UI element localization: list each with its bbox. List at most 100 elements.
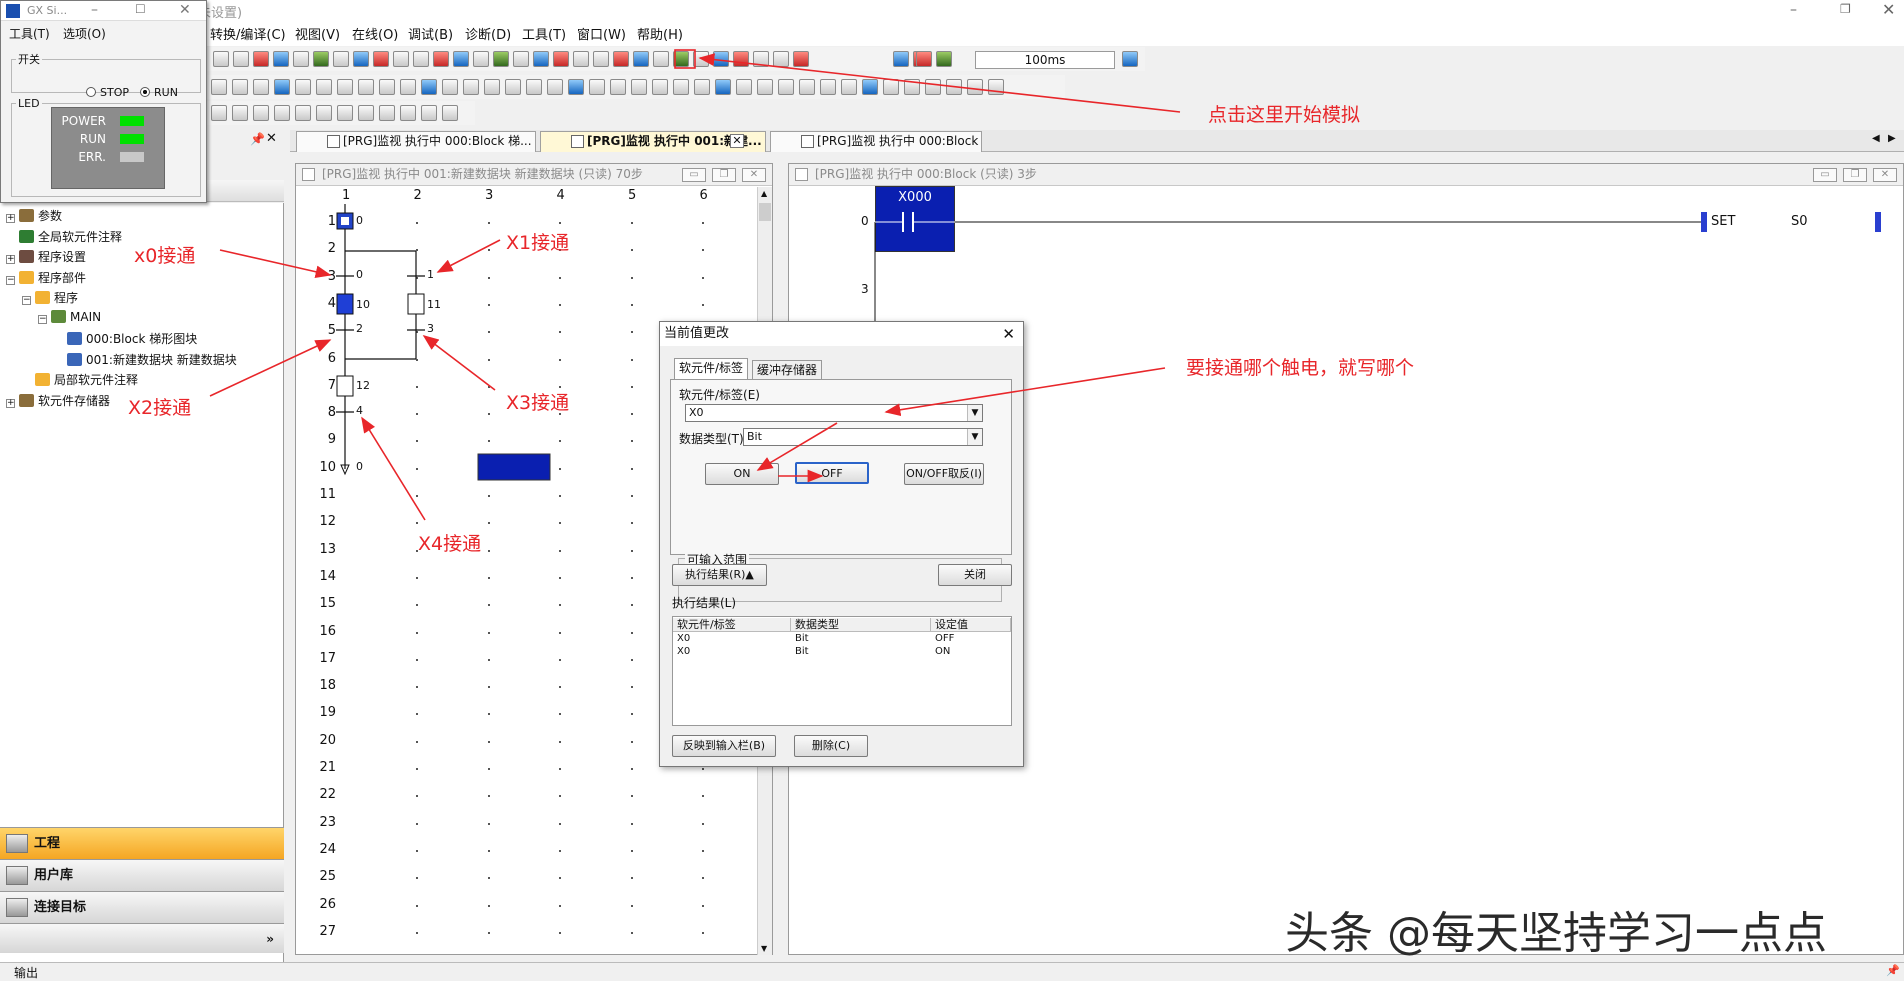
toolbar-button-icon[interactable] xyxy=(753,51,769,67)
tree-item[interactable]: − 程序 xyxy=(22,289,78,306)
data-type-select[interactable]: Bit ▼ xyxy=(743,428,983,446)
toolbar-button-icon[interactable] xyxy=(393,51,409,67)
toolbar-button-icon[interactable] xyxy=(513,51,529,67)
toolbar-button-icon[interactable] xyxy=(757,79,773,95)
toolbar-button-icon[interactable] xyxy=(713,51,729,67)
menu-view[interactable]: 视图(V) xyxy=(295,24,340,43)
column-header-type[interactable]: 数据类型 xyxy=(791,618,931,632)
toolbar-button-icon[interactable] xyxy=(232,79,248,95)
run-icon[interactable] xyxy=(916,51,932,67)
tree-item[interactable]: − MAIN xyxy=(38,309,101,324)
tab-scroll-right-icon[interactable]: ▶ xyxy=(1888,133,1896,144)
toolbar-button-icon[interactable] xyxy=(358,105,374,121)
toolbar-button-icon[interactable] xyxy=(633,51,649,67)
sim-menu-options[interactable]: 选项(O) xyxy=(63,25,106,42)
tree-item[interactable]: − 程序部件 xyxy=(6,269,86,286)
toolbar-button-icon[interactable] xyxy=(573,51,589,67)
simulation-icon[interactable] xyxy=(1122,51,1138,67)
scroll-thumb[interactable] xyxy=(759,203,771,221)
tree-toggle-icon[interactable]: − xyxy=(38,314,47,324)
toolbar-button-icon[interactable] xyxy=(778,79,794,95)
toolbar-button-icon[interactable] xyxy=(883,79,899,95)
toolbar-button-icon[interactable] xyxy=(473,51,489,67)
nav-user-library[interactable]: 用户库 xyxy=(0,859,284,891)
pin-icon[interactable]: 📌 xyxy=(250,132,265,146)
toolbar-button-icon[interactable] xyxy=(547,79,563,95)
toolbar-button-icon[interactable] xyxy=(610,79,626,95)
toolbar-button-icon[interactable] xyxy=(463,79,479,95)
close-icon[interactable]: ✕ xyxy=(1882,0,1895,19)
toolbar-button-icon[interactable] xyxy=(353,51,369,67)
minimize-icon[interactable]: – xyxy=(1790,2,1797,18)
delete-button[interactable]: 删除(C) xyxy=(794,735,868,757)
toolbar-button-icon[interactable] xyxy=(400,79,416,95)
sim-menu-tools[interactable]: 工具(T) xyxy=(9,25,50,42)
toolbar-button-icon[interactable] xyxy=(484,79,500,95)
toolbar-button-icon[interactable] xyxy=(413,51,429,67)
toolbar-button-icon[interactable] xyxy=(841,79,857,95)
toolbar-button-icon[interactable] xyxy=(273,51,289,67)
toolbar-button-icon[interactable] xyxy=(211,105,227,121)
tree-toggle-icon[interactable]: + xyxy=(6,214,15,223)
nav-project[interactable]: 工程 xyxy=(0,827,284,859)
toolbar-button-icon[interactable] xyxy=(526,79,542,95)
menu-window[interactable]: 窗口(W) xyxy=(577,24,626,43)
tab-close-icon[interactable]: ✕ xyxy=(730,134,744,148)
toolbar-button-icon[interactable] xyxy=(967,79,983,95)
dialog-close-icon[interactable]: ✕ xyxy=(1002,322,1015,346)
tree-item[interactable]: 001:新建数据块 新建数据块 xyxy=(54,351,237,368)
on-button[interactable]: ON xyxy=(705,463,779,485)
tree-item[interactable]: 局部软元件注释 xyxy=(22,371,138,388)
toolbar-button-icon[interactable] xyxy=(232,105,248,121)
toolbar-button-icon[interactable] xyxy=(400,105,416,121)
toolbar-button-icon[interactable] xyxy=(253,79,269,95)
tree-item[interactable]: + 软元件存储器 xyxy=(6,392,110,409)
tab-scroll-left-icon[interactable]: ◀ xyxy=(1872,133,1880,144)
menu-online[interactable]: 在线(O) xyxy=(352,24,398,43)
tab-buffer-memory[interactable]: 缓冲存储器 xyxy=(752,360,823,380)
step-10-active[interactable] xyxy=(336,293,354,315)
toolbar-button-icon[interactable] xyxy=(313,51,329,67)
tab-block-000[interactable]: [PRG]监视 执行中 000:Block 梯... xyxy=(296,131,536,152)
menu-diagnose[interactable]: 诊断(D) xyxy=(465,24,511,43)
toolbar-button-icon[interactable] xyxy=(799,79,815,95)
tree-toggle-icon[interactable]: − xyxy=(22,296,31,305)
device-input[interactable]: X0 ▼ xyxy=(685,404,983,422)
toolbar-button-icon[interactable] xyxy=(893,51,909,67)
toolbar-button-icon[interactable] xyxy=(553,51,569,67)
toolbar-button-icon[interactable] xyxy=(694,79,710,95)
cursor-cell[interactable] xyxy=(477,453,551,481)
toolbar-button-icon[interactable] xyxy=(379,105,395,121)
toolbar-button-icon[interactable] xyxy=(213,51,229,67)
chevron-down-icon[interactable]: ▼ xyxy=(967,429,982,445)
start-icon[interactable] xyxy=(936,51,952,67)
toolbar-button-icon[interactable] xyxy=(493,51,509,67)
tree-toggle-icon[interactable]: − xyxy=(6,275,15,285)
toolbar-button-icon[interactable] xyxy=(589,79,605,95)
scroll-up-icon[interactable]: ▲ xyxy=(761,189,767,198)
toolbar-button-icon[interactable] xyxy=(337,79,353,95)
toolbar-button-icon[interactable] xyxy=(358,79,374,95)
column-header-value[interactable]: 设定值 xyxy=(931,618,1011,632)
toolbar-button-icon[interactable] xyxy=(453,51,469,67)
menu-convert[interactable]: 转换/编译(C) xyxy=(210,24,286,43)
toolbar-button-icon[interactable] xyxy=(946,79,962,95)
nav-connection-target[interactable]: 连接目标 xyxy=(0,891,284,923)
toolbar-button-icon[interactable] xyxy=(274,79,290,95)
minimize-icon[interactable]: – xyxy=(91,2,98,18)
tree-toggle-icon[interactable]: + xyxy=(6,398,15,408)
toolbar-button-icon[interactable] xyxy=(652,79,668,95)
toolbar-button-icon[interactable] xyxy=(442,105,458,121)
column-header-device[interactable]: 软元件/标签 xyxy=(673,618,791,632)
toolbar-button-icon[interactable] xyxy=(295,79,311,95)
toolbar-button-icon[interactable] xyxy=(253,105,269,121)
navigation-close-icon[interactable]: ✕ xyxy=(266,131,277,146)
toolbar-button-icon[interactable] xyxy=(673,51,689,67)
toolbar-button-icon[interactable] xyxy=(925,79,941,95)
toolbar-button-icon[interactable] xyxy=(693,51,709,67)
toolbar-button-icon[interactable] xyxy=(373,51,389,67)
tree-item[interactable]: + 参数 xyxy=(6,207,62,224)
toolbar-button-icon[interactable] xyxy=(904,79,920,95)
toolbar-button-icon[interactable] xyxy=(274,105,290,121)
toolbar-button-icon[interactable] xyxy=(316,79,332,95)
